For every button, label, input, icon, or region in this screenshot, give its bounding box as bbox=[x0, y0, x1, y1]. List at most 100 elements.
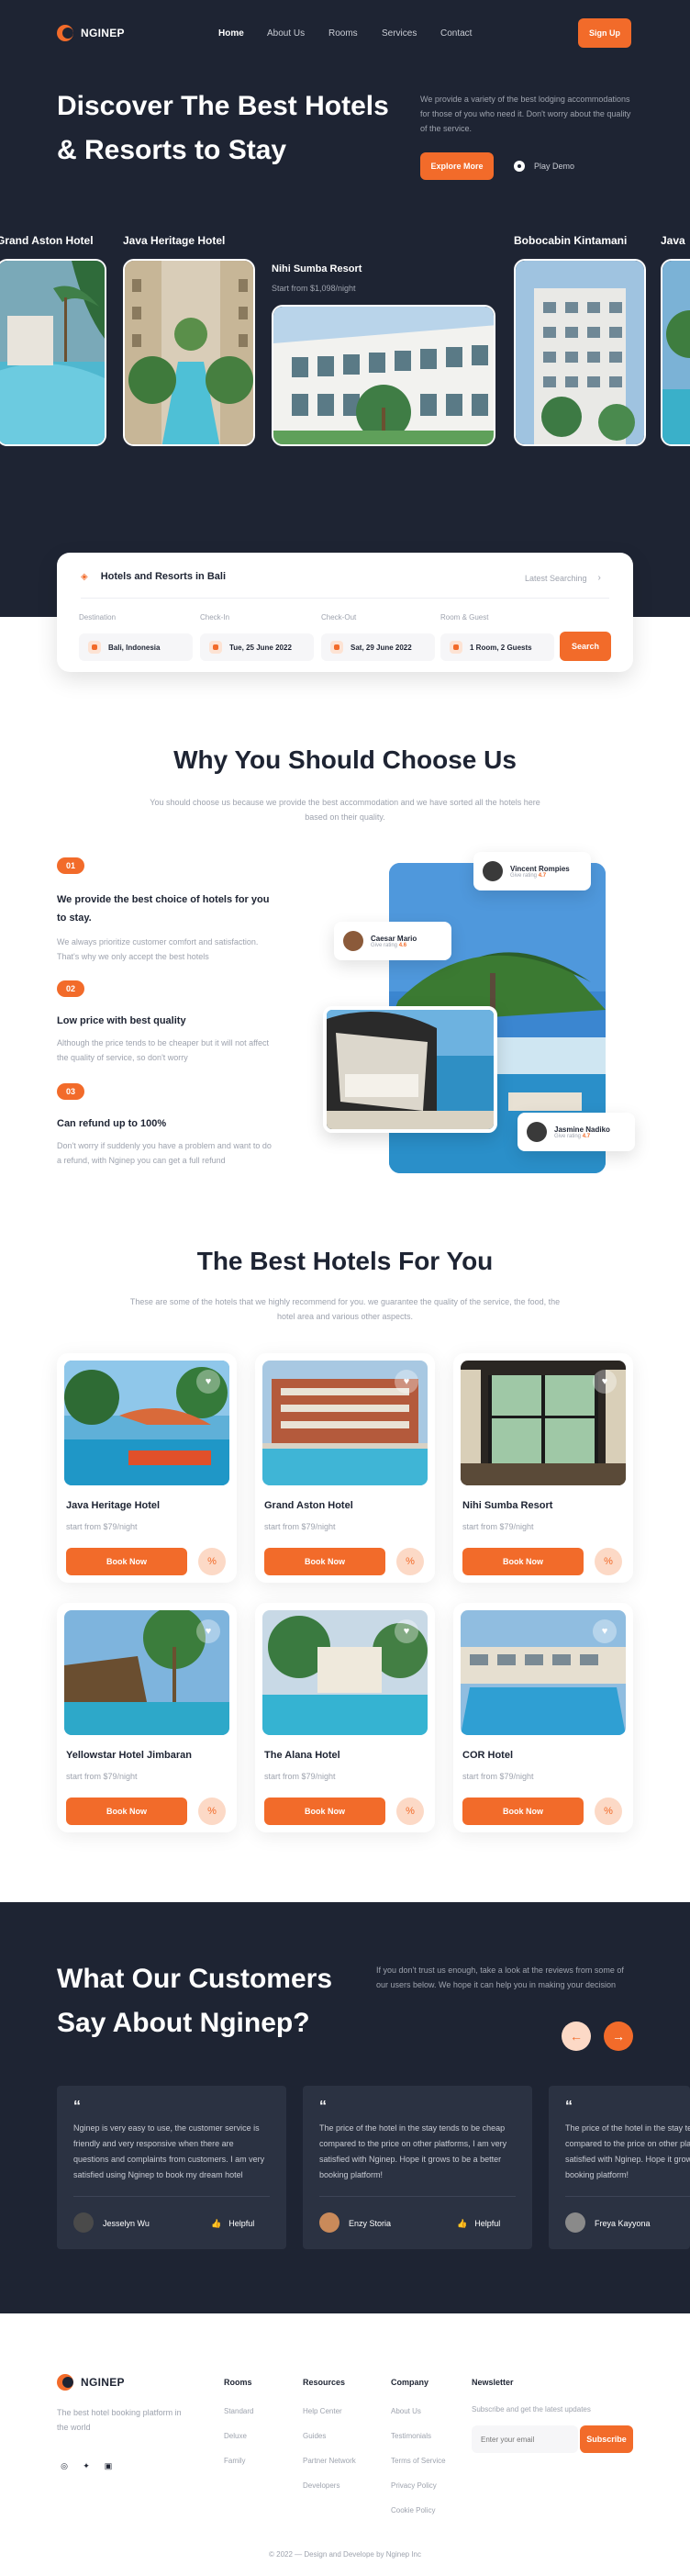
calendar-icon bbox=[209, 641, 222, 654]
checkin-value: Tue, 25 June 2022 bbox=[229, 643, 292, 652]
testimonials-title: What Our Customers Say About Nginep? bbox=[57, 1957, 387, 2045]
hotel-card[interactable]: ♥ Java Heritage Hotel start from $79/nig… bbox=[57, 1353, 237, 1583]
discount-icon[interactable]: % bbox=[198, 1798, 226, 1825]
destination-field[interactable]: Bali, Indonesia bbox=[79, 633, 193, 661]
building-icon bbox=[450, 641, 462, 654]
nav-home[interactable]: Home bbox=[218, 28, 244, 39]
footer-resources-link[interactable]: Partner Network bbox=[303, 2457, 356, 2465]
tower-hotel-photo bbox=[516, 261, 644, 444]
book-now-button[interactable]: Book Now bbox=[66, 1798, 187, 1825]
heart-icon[interactable]: ♥ bbox=[196, 1370, 220, 1394]
avatar bbox=[483, 861, 503, 881]
next-arrow-icon[interactable]: → bbox=[604, 2022, 633, 2051]
checkin-label: Check-In bbox=[200, 613, 230, 622]
quote-icon: “ bbox=[565, 2099, 573, 2114]
testimonials-description: If you don't trust us enough, take a loo… bbox=[376, 1966, 624, 1989]
prev-arrow-icon[interactable]: ← bbox=[562, 2022, 591, 2051]
testimonials-title-line-2: Say About Nginep? bbox=[57, 2008, 310, 2038]
carousel-card-image[interactable] bbox=[514, 259, 646, 446]
subscribe-button[interactable]: Subscribe bbox=[580, 2425, 633, 2453]
hotel-card[interactable]: ♥ COR Hotel start from $79/night Book No… bbox=[453, 1603, 633, 1832]
footer-company-link[interactable]: About Us bbox=[391, 2407, 421, 2415]
hotel-image: ♥ bbox=[461, 1361, 626, 1485]
footer-company-link[interactable]: Privacy Policy bbox=[391, 2481, 437, 2490]
twitter-icon[interactable]: ✦ bbox=[81, 2460, 92, 2471]
hotel-image: ♥ bbox=[64, 1610, 229, 1735]
brand-name: NGINEP bbox=[81, 27, 125, 39]
nav-rooms[interactable]: Rooms bbox=[328, 28, 358, 39]
footer-company-link[interactable]: Testimonials bbox=[391, 2432, 431, 2440]
carousel-card-image[interactable] bbox=[0, 259, 106, 446]
brand-logo[interactable]: NGINEP bbox=[57, 25, 125, 41]
hotel-card[interactable]: ♥ The Alana Hotel start from $79/night B… bbox=[255, 1603, 435, 1832]
play-demo-label: Play Demo bbox=[534, 162, 575, 171]
reviewer-name: Caesar Mario bbox=[371, 934, 417, 943]
heart-icon[interactable]: ♥ bbox=[395, 1619, 418, 1643]
discount-icon[interactable]: % bbox=[595, 1798, 622, 1825]
facebook-icon[interactable]: ▣ bbox=[103, 2460, 114, 2471]
testimonials-title-line-1: What Our Customers bbox=[57, 1964, 333, 1994]
play-demo-button[interactable]: Play Demo bbox=[514, 161, 574, 172]
newsletter-email-input[interactable] bbox=[472, 2425, 578, 2453]
hotel-card[interactable]: ♥ Grand Aston Hotel start from $79/night… bbox=[255, 1353, 435, 1583]
cabana-photo bbox=[327, 1010, 494, 1129]
destination-label: Destination bbox=[79, 613, 117, 622]
feature-number: 01 bbox=[57, 857, 84, 874]
room-guest-field[interactable]: 1 Room, 2 Guests bbox=[440, 633, 554, 661]
hero-title-line-1: Discover The Best Hotels bbox=[57, 91, 389, 121]
carousel-card-title: Grand Aston Hotel bbox=[0, 234, 94, 247]
discount-icon[interactable]: % bbox=[396, 1798, 424, 1825]
heart-icon[interactable]: ♥ bbox=[593, 1619, 617, 1643]
latest-searching-link[interactable]: Latest Searching › bbox=[525, 573, 601, 583]
feature-number: 03 bbox=[57, 1083, 84, 1100]
footer-company-link[interactable]: Terms of Service bbox=[391, 2457, 446, 2465]
footer-logo[interactable]: NGINEP bbox=[57, 2374, 125, 2391]
hotel-card[interactable]: ♥ Nihi Sumba Resort start from $79/night… bbox=[453, 1353, 633, 1583]
footer-rooms-link[interactable]: Family bbox=[224, 2457, 246, 2465]
carousel-card-image-featured[interactable] bbox=[272, 305, 495, 446]
heart-icon[interactable]: ♥ bbox=[395, 1370, 418, 1394]
footer-rooms-link[interactable]: Standard bbox=[224, 2407, 253, 2415]
play-icon bbox=[514, 161, 525, 172]
footer-rooms-link[interactable]: Deluxe bbox=[224, 2432, 247, 2440]
book-now-button[interactable]: Book Now bbox=[462, 1798, 584, 1825]
footer-resources-link[interactable]: Help Center bbox=[303, 2407, 342, 2415]
discount-icon[interactable]: % bbox=[198, 1548, 226, 1575]
nav-about[interactable]: About Us bbox=[267, 28, 305, 39]
hotel-image: ♥ bbox=[461, 1610, 626, 1735]
search-button[interactable]: Search bbox=[560, 632, 611, 661]
footer-resources-link[interactable]: Developers bbox=[303, 2481, 339, 2490]
helpful-button[interactable]: 👍 Helpful bbox=[457, 2219, 500, 2229]
palm-photo bbox=[662, 261, 690, 444]
heart-icon[interactable]: ♥ bbox=[196, 1619, 220, 1643]
reviewer-name: Freya Kayyona bbox=[595, 2219, 651, 2228]
footer-company-link[interactable]: Cookie Policy bbox=[391, 2506, 435, 2514]
footer-rooms-heading: Rooms bbox=[224, 2378, 252, 2387]
book-now-button[interactable]: Book Now bbox=[462, 1548, 584, 1575]
book-now-button[interactable]: Book Now bbox=[264, 1548, 385, 1575]
book-now-button[interactable]: Book Now bbox=[264, 1798, 385, 1825]
checkin-field[interactable]: Tue, 25 June 2022 bbox=[200, 633, 314, 661]
signup-button[interactable]: Sign Up bbox=[578, 18, 631, 48]
footer-newsletter-heading: Newsletter bbox=[472, 2378, 514, 2387]
checkout-field[interactable]: Sat, 29 June 2022 bbox=[321, 633, 435, 661]
why-title: Why You Should Choose Us bbox=[173, 745, 517, 774]
discount-icon[interactable]: % bbox=[595, 1548, 622, 1575]
discount-icon[interactable]: % bbox=[396, 1548, 424, 1575]
carousel-card-image[interactable] bbox=[123, 259, 255, 446]
search-tab[interactable]: ◈ Hotels and Resorts in Bali bbox=[81, 571, 226, 582]
book-now-button[interactable]: Book Now bbox=[66, 1548, 187, 1575]
location-icon bbox=[88, 641, 101, 654]
explore-more-button[interactable]: Explore More bbox=[420, 152, 494, 180]
heart-icon[interactable]: ♥ bbox=[593, 1370, 617, 1394]
helpful-button[interactable]: 👍 Helpful bbox=[211, 2219, 254, 2229]
checkout-label: Check-Out bbox=[321, 613, 357, 622]
hotel-name: The Alana Hotel bbox=[264, 1750, 340, 1761]
footer-resources-link[interactable]: Guides bbox=[303, 2432, 326, 2440]
nav-services[interactable]: Services bbox=[382, 28, 417, 39]
carousel-card-image[interactable] bbox=[661, 259, 690, 446]
nav-contact[interactable]: Contact bbox=[440, 28, 472, 39]
hotel-card[interactable]: ♥ Yellowstar Hotel Jimbaran start from $… bbox=[57, 1603, 237, 1832]
instagram-icon[interactable]: ◎ bbox=[59, 2460, 70, 2471]
carousel-card-title: Java Heritage Hotel bbox=[123, 234, 226, 247]
